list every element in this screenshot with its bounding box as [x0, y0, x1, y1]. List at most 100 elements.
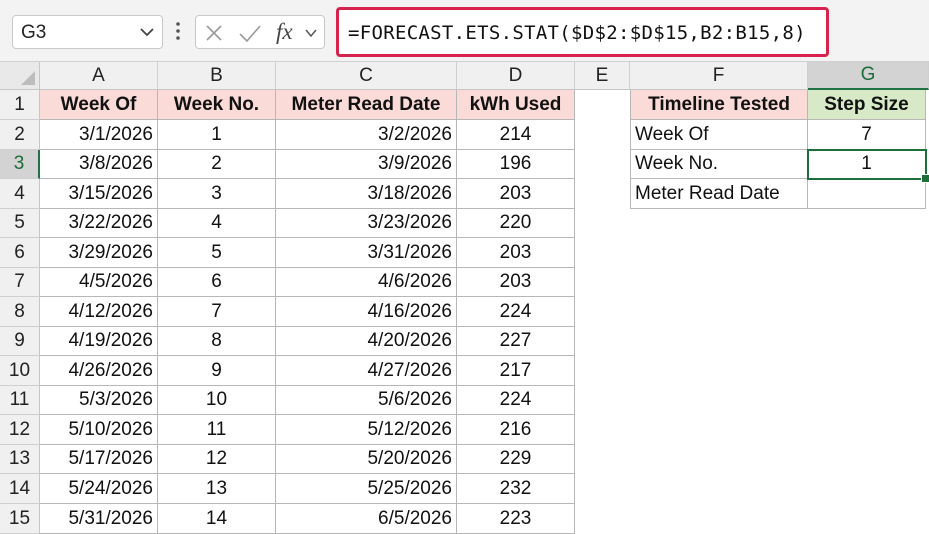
enter-check-icon[interactable] [238, 23, 262, 48]
side-cell-label[interactable]: Week Of [630, 120, 808, 150]
chevron-down-icon[interactable] [304, 26, 318, 45]
row-header-13[interactable]: 13 [0, 445, 40, 474]
table-cell[interactable]: 5 [158, 238, 276, 268]
chevron-down-icon[interactable] [138, 22, 156, 47]
row-header-7[interactable]: 7 [0, 268, 40, 297]
table-cell[interactable]: 217 [457, 356, 575, 386]
table-cell[interactable]: 14 [158, 504, 276, 534]
fill-handle[interactable] [921, 174, 929, 183]
table-cell[interactable]: 4 [158, 209, 276, 238]
row-header-11[interactable]: 11 [0, 386, 40, 415]
table-cell[interactable]: 3/29/2026 [40, 238, 158, 268]
table-cell[interactable]: 224 [457, 386, 575, 415]
side-header-timeline-tested[interactable]: Timeline Tested [630, 90, 808, 120]
table-cell[interactable]: 5/17/2026 [40, 445, 158, 474]
table-cell[interactable]: 227 [457, 327, 575, 356]
table-cell[interactable]: 3/2/2026 [276, 120, 457, 150]
table-cell[interactable]: 3/18/2026 [276, 179, 457, 209]
table-cell[interactable]: 12 [158, 445, 276, 474]
row-header-10[interactable]: 10 [0, 356, 40, 386]
name-box-value[interactable]: G3 [21, 22, 46, 44]
table-cell[interactable]: 5/31/2026 [40, 504, 158, 534]
select-all-corner[interactable] [0, 62, 40, 90]
table-cell[interactable]: 216 [457, 415, 575, 445]
table-header-meter-read-date[interactable]: Meter Read Date [276, 90, 457, 120]
table-cell[interactable]: 13 [158, 474, 276, 504]
table-cell[interactable]: 10 [158, 386, 276, 415]
active-cell-selection[interactable] [807, 149, 927, 180]
table-header-week-no[interactable]: Week No. [158, 90, 276, 120]
table-cell[interactable]: 8 [158, 327, 276, 356]
table-cell[interactable]: 5/10/2026 [40, 415, 158, 445]
vertical-dots-icon[interactable] [175, 20, 181, 47]
table-cell[interactable]: 2 [158, 150, 276, 179]
table-cell[interactable]: 5/6/2026 [276, 386, 457, 415]
column-header-f[interactable]: F [630, 62, 808, 90]
row-header-9[interactable]: 9 [0, 327, 40, 356]
table-cell[interactable]: 3/23/2026 [276, 209, 457, 238]
table-cell[interactable]: 4/12/2026 [40, 297, 158, 327]
table-cell[interactable]: 3/8/2026 [40, 150, 158, 179]
table-cell[interactable]: 5/12/2026 [276, 415, 457, 445]
formula-text[interactable]: =FORECAST.ETS.STAT($D$2:$D$15,B2:B15,8) [348, 22, 806, 44]
table-cell[interactable]: 4/26/2026 [40, 356, 158, 386]
table-header-week-of[interactable]: Week Of [40, 90, 158, 120]
table-cell[interactable]: 203 [457, 179, 575, 209]
column-header-g[interactable]: G [808, 62, 929, 90]
column-header-a[interactable]: A [40, 62, 158, 90]
table-cell[interactable]: 5/24/2026 [40, 474, 158, 504]
side-cell-label[interactable]: Week No. [630, 150, 808, 179]
row-header-3[interactable]: 3 [0, 150, 40, 179]
column-header-b[interactable]: B [158, 62, 276, 90]
table-cell[interactable]: 5/25/2026 [276, 474, 457, 504]
formula-input[interactable]: =FORECAST.ETS.STAT($D$2:$D$15,B2:B15,8) [336, 7, 829, 57]
row-header-6[interactable]: 6 [0, 238, 40, 268]
table-cell[interactable]: 3/15/2026 [40, 179, 158, 209]
table-cell[interactable]: 5/20/2026 [276, 445, 457, 474]
table-cell[interactable]: 3/1/2026 [40, 120, 158, 150]
name-box[interactable]: G3 [12, 15, 163, 49]
row-header-4[interactable]: 4 [0, 179, 40, 209]
table-cell[interactable]: 7 [158, 297, 276, 327]
table-cell[interactable]: 6/5/2026 [276, 504, 457, 534]
table-cell[interactable]: 4/16/2026 [276, 297, 457, 327]
row-header-8[interactable]: 8 [0, 297, 40, 327]
table-cell[interactable]: 203 [457, 268, 575, 297]
table-cell[interactable]: 11 [158, 415, 276, 445]
table-cell[interactable]: 214 [457, 120, 575, 150]
table-cell[interactable]: 4/5/2026 [40, 268, 158, 297]
table-cell[interactable]: 4/20/2026 [276, 327, 457, 356]
row-header-2[interactable]: 2 [0, 120, 40, 150]
table-cell[interactable]: 1 [158, 120, 276, 150]
side-cell-label[interactable]: Meter Read Date [630, 179, 808, 209]
table-cell[interactable]: 4/27/2026 [276, 356, 457, 386]
table-cell[interactable]: 6 [158, 268, 276, 297]
table-cell[interactable]: 3/31/2026 [276, 238, 457, 268]
row-header-1[interactable]: 1 [0, 90, 40, 120]
side-cell-value[interactable] [808, 179, 926, 209]
table-cell[interactable]: 9 [158, 356, 276, 386]
table-cell[interactable]: 203 [457, 238, 575, 268]
table-cell[interactable]: 232 [457, 474, 575, 504]
row-header-12[interactable]: 12 [0, 415, 40, 445]
column-header-c[interactable]: C [276, 62, 457, 90]
table-cell[interactable]: 3 [158, 179, 276, 209]
row-header-14[interactable]: 14 [0, 474, 40, 504]
table-cell[interactable]: 224 [457, 297, 575, 327]
column-header-e[interactable]: E [575, 62, 630, 90]
row-header-5[interactable]: 5 [0, 209, 40, 238]
side-cell-value[interactable]: 7 [808, 120, 926, 150]
table-cell[interactable]: 196 [457, 150, 575, 179]
row-header-15[interactable]: 15 [0, 504, 40, 534]
table-cell[interactable]: 4/6/2026 [276, 268, 457, 297]
table-header-kwh-used[interactable]: kWh Used [457, 90, 575, 120]
table-cell[interactable]: 3/22/2026 [40, 209, 158, 238]
cancel-icon[interactable] [204, 23, 224, 48]
table-cell[interactable]: 4/19/2026 [40, 327, 158, 356]
table-cell[interactable]: 3/9/2026 [276, 150, 457, 179]
side-header-step-size[interactable]: Step Size [808, 90, 926, 120]
fx-icon[interactable]: fx [276, 19, 293, 45]
table-cell[interactable]: 5/3/2026 [40, 386, 158, 415]
table-cell[interactable]: 223 [457, 504, 575, 534]
column-header-d[interactable]: D [457, 62, 575, 90]
